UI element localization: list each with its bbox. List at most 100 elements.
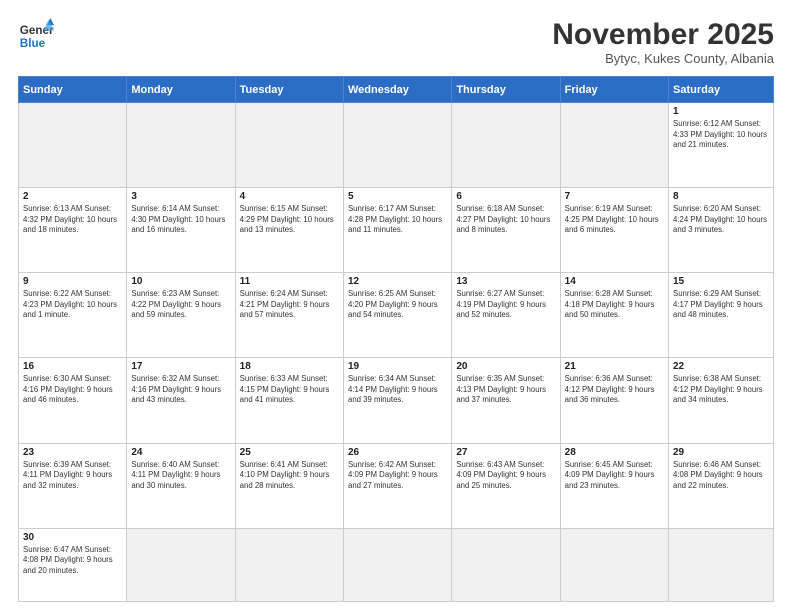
day-number: 22 bbox=[673, 361, 769, 372]
day-number: 5 bbox=[348, 191, 447, 202]
day-number: 3 bbox=[131, 191, 230, 202]
day-info: Sunrise: 6:14 AM Sunset: 4:30 PM Dayligh… bbox=[131, 204, 230, 236]
day-number: 12 bbox=[348, 276, 447, 287]
day-info: Sunrise: 6:39 AM Sunset: 4:11 PM Dayligh… bbox=[23, 460, 122, 492]
day-info: Sunrise: 6:25 AM Sunset: 4:20 PM Dayligh… bbox=[348, 289, 447, 321]
col-header-friday: Friday bbox=[560, 77, 668, 103]
calendar-cell: 18Sunrise: 6:33 AM Sunset: 4:15 PM Dayli… bbox=[235, 358, 343, 443]
day-info: Sunrise: 6:43 AM Sunset: 4:09 PM Dayligh… bbox=[456, 460, 555, 492]
day-info: Sunrise: 6:17 AM Sunset: 4:28 PM Dayligh… bbox=[348, 204, 447, 236]
month-title: November 2025 bbox=[552, 18, 774, 51]
week-row-5: 30 Sunrise: 6:47 AM Sunset: 4:08 PM Dayli… bbox=[19, 528, 774, 601]
calendar-cell bbox=[235, 528, 343, 601]
day-info: Sunrise: 6:20 AM Sunset: 4:24 PM Dayligh… bbox=[673, 204, 769, 236]
week-row-4: 23 Sunrise: 6:39 AM Sunset: 4:11 PM Dayli… bbox=[19, 443, 774, 528]
day-number: 19 bbox=[348, 361, 447, 372]
calendar-cell: 10Sunrise: 6:23 AM Sunset: 4:22 PM Dayli… bbox=[127, 273, 235, 358]
calendar-cell: 13 Sunrise: 6:27 AM Sunset: 4:19 PM Dayli… bbox=[452, 273, 560, 358]
day-number: 2 bbox=[23, 191, 122, 202]
day-info: Sunrise: 6:36 AM Sunset: 4:12 PM Dayligh… bbox=[565, 374, 664, 406]
calendar-cell: 21 Sunrise: 6:36 AM Sunset: 4:12 PM Dayli… bbox=[560, 358, 668, 443]
col-header-wednesday: Wednesday bbox=[343, 77, 451, 103]
calendar-cell bbox=[235, 103, 343, 188]
week-row-2: 9 Sunrise: 6:22 AM Sunset: 4:23 PM Daylig… bbox=[19, 273, 774, 358]
calendar-cell bbox=[452, 103, 560, 188]
day-number: 15 bbox=[673, 276, 769, 287]
calendar-cell: 8 Sunrise: 6:20 AM Sunset: 4:24 PM Daylig… bbox=[669, 188, 774, 273]
calendar-cell: 6 Sunrise: 6:18 AM Sunset: 4:27 PM Daylig… bbox=[452, 188, 560, 273]
logo: General Blue bbox=[18, 18, 54, 54]
week-row-3: 16Sunrise: 6:30 AM Sunset: 4:16 PM Dayli… bbox=[19, 358, 774, 443]
calendar-cell: 14Sunrise: 6:28 AM Sunset: 4:18 PM Dayli… bbox=[560, 273, 668, 358]
day-number: 21 bbox=[565, 361, 664, 372]
calendar-cell bbox=[127, 103, 235, 188]
day-number: 29 bbox=[673, 447, 769, 458]
day-number: 28 bbox=[565, 447, 664, 458]
calendar-cell: 28 Sunrise: 6:45 AM Sunset: 4:09 PM Dayli… bbox=[560, 443, 668, 528]
calendar-cell bbox=[127, 528, 235, 601]
title-block: November 2025 Bytyc, Kukes County, Alban… bbox=[552, 18, 774, 66]
week-row-0: 1 Sunrise: 6:12 AM Sunset: 4:33 PM Daylig… bbox=[19, 103, 774, 188]
location: Bytyc, Kukes County, Albania bbox=[552, 51, 774, 66]
day-number: 14 bbox=[565, 276, 664, 287]
calendar-page: General Blue November 2025 Bytyc, Kukes … bbox=[0, 0, 792, 612]
day-number: 27 bbox=[456, 447, 555, 458]
calendar-table: SundayMondayTuesdayWednesdayThursdayFrid… bbox=[18, 76, 774, 602]
day-number: 10 bbox=[131, 276, 230, 287]
calendar-cell: 27 Sunrise: 6:43 AM Sunset: 4:09 PM Dayli… bbox=[452, 443, 560, 528]
day-info: Sunrise: 6:29 AM Sunset: 4:17 PM Dayligh… bbox=[673, 289, 769, 321]
day-info: Sunrise: 6:18 AM Sunset: 4:27 PM Dayligh… bbox=[456, 204, 555, 236]
day-info: Sunrise: 6:15 AM Sunset: 4:29 PM Dayligh… bbox=[240, 204, 339, 236]
day-info: Sunrise: 6:47 AM Sunset: 4:08 PM Dayligh… bbox=[23, 545, 122, 577]
day-info: Sunrise: 6:40 AM Sunset: 4:11 PM Dayligh… bbox=[131, 460, 230, 492]
col-header-thursday: Thursday bbox=[452, 77, 560, 103]
calendar-cell: 29Sunrise: 6:46 AM Sunset: 4:08 PM Dayli… bbox=[669, 443, 774, 528]
day-info: Sunrise: 6:32 AM Sunset: 4:16 PM Dayligh… bbox=[131, 374, 230, 406]
day-number: 13 bbox=[456, 276, 555, 287]
calendar-cell: 2 Sunrise: 6:13 AM Sunset: 4:32 PM Daylig… bbox=[19, 188, 127, 273]
calendar-cell: 7 Sunrise: 6:19 AM Sunset: 4:25 PM Daylig… bbox=[560, 188, 668, 273]
calendar-cell: 16Sunrise: 6:30 AM Sunset: 4:16 PM Dayli… bbox=[19, 358, 127, 443]
calendar-cell: 9 Sunrise: 6:22 AM Sunset: 4:23 PM Daylig… bbox=[19, 273, 127, 358]
calendar-cell: 24 Sunrise: 6:40 AM Sunset: 4:11 PM Dayli… bbox=[127, 443, 235, 528]
day-number: 30 bbox=[23, 532, 122, 543]
logo-icon: General Blue bbox=[18, 18, 54, 54]
svg-text:Blue: Blue bbox=[20, 37, 46, 50]
col-header-monday: Monday bbox=[127, 77, 235, 103]
calendar-cell bbox=[343, 528, 451, 601]
day-number: 9 bbox=[23, 276, 122, 287]
calendar-cell bbox=[452, 528, 560, 601]
calendar-cell: 15 Sunrise: 6:29 AM Sunset: 4:17 PM Dayli… bbox=[669, 273, 774, 358]
calendar-cell: 11Sunrise: 6:24 AM Sunset: 4:21 PM Dayli… bbox=[235, 273, 343, 358]
day-info: Sunrise: 6:41 AM Sunset: 4:10 PM Dayligh… bbox=[240, 460, 339, 492]
day-number: 1 bbox=[673, 106, 769, 117]
calendar-cell: 12 Sunrise: 6:25 AM Sunset: 4:20 PM Dayli… bbox=[343, 273, 451, 358]
day-number: 26 bbox=[348, 447, 447, 458]
day-info: Sunrise: 6:27 AM Sunset: 4:19 PM Dayligh… bbox=[456, 289, 555, 321]
calendar-cell: 23 Sunrise: 6:39 AM Sunset: 4:11 PM Dayli… bbox=[19, 443, 127, 528]
calendar-cell: 5 Sunrise: 6:17 AM Sunset: 4:28 PM Daylig… bbox=[343, 188, 451, 273]
day-info: Sunrise: 6:45 AM Sunset: 4:09 PM Dayligh… bbox=[565, 460, 664, 492]
day-number: 6 bbox=[456, 191, 555, 202]
day-info: Sunrise: 6:35 AM Sunset: 4:13 PM Dayligh… bbox=[456, 374, 555, 406]
day-number: 16 bbox=[23, 361, 122, 372]
day-number: 7 bbox=[565, 191, 664, 202]
day-info: Sunrise: 6:13 AM Sunset: 4:32 PM Dayligh… bbox=[23, 204, 122, 236]
day-number: 23 bbox=[23, 447, 122, 458]
calendar-cell: 22Sunrise: 6:38 AM Sunset: 4:12 PM Dayli… bbox=[669, 358, 774, 443]
day-info: Sunrise: 6:19 AM Sunset: 4:25 PM Dayligh… bbox=[565, 204, 664, 236]
day-number: 8 bbox=[673, 191, 769, 202]
calendar-cell: 4 Sunrise: 6:15 AM Sunset: 4:29 PM Daylig… bbox=[235, 188, 343, 273]
day-info: Sunrise: 6:22 AM Sunset: 4:23 PM Dayligh… bbox=[23, 289, 122, 321]
calendar-cell: 30 Sunrise: 6:47 AM Sunset: 4:08 PM Dayli… bbox=[19, 528, 127, 601]
day-info: Sunrise: 6:33 AM Sunset: 4:15 PM Dayligh… bbox=[240, 374, 339, 406]
calendar-cell bbox=[560, 528, 668, 601]
calendar-cell: 26Sunrise: 6:42 AM Sunset: 4:09 PM Dayli… bbox=[343, 443, 451, 528]
day-number: 4 bbox=[240, 191, 339, 202]
day-info: Sunrise: 6:12 AM Sunset: 4:33 PM Dayligh… bbox=[673, 119, 769, 151]
calendar-cell bbox=[19, 103, 127, 188]
header: General Blue November 2025 Bytyc, Kukes … bbox=[18, 18, 774, 66]
day-info: Sunrise: 6:34 AM Sunset: 4:14 PM Dayligh… bbox=[348, 374, 447, 406]
day-number: 24 bbox=[131, 447, 230, 458]
calendar-cell: 3 Sunrise: 6:14 AM Sunset: 4:30 PM Daylig… bbox=[127, 188, 235, 273]
